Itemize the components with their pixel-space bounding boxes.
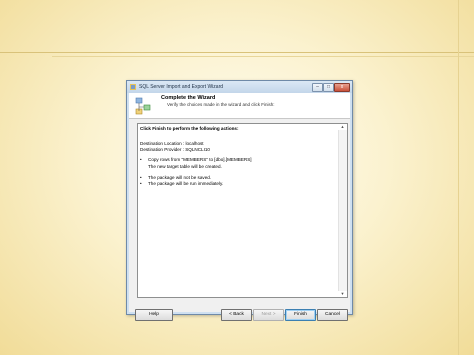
list-sub-item: The new target table will be created.	[148, 164, 222, 169]
window-title: SQL Server Import and Export Wizard	[139, 84, 224, 90]
help-button[interactable]: Help	[135, 309, 173, 321]
next-button[interactable]: Next >	[253, 309, 284, 321]
list-item: The package will not be saved.	[148, 175, 212, 180]
bullet-marker: •	[140, 175, 142, 180]
close-button[interactable]: x	[334, 83, 350, 92]
wizard-tree-icon	[135, 97, 151, 115]
maximize-button[interactable]: □	[323, 83, 334, 92]
page-subtitle: Verify the choices made in the wizard an…	[167, 102, 275, 107]
scroll-up-arrow-icon[interactable]: ▲	[338, 124, 347, 130]
minimize-button[interactable]: –	[312, 83, 323, 92]
slide-divider-line-secondary	[52, 56, 474, 57]
list-item: The package will be run immediately.	[148, 181, 224, 186]
slide-divider-line	[0, 52, 474, 53]
slide-vertical-line	[458, 0, 459, 355]
destination-location: Destination Location : localhost	[140, 141, 204, 146]
wizard-header: Complete the Wizard Verify the choices m…	[129, 93, 350, 119]
destination-provider: Destination Provider : SQLNCLI10	[140, 147, 210, 152]
back-button[interactable]: < Back	[221, 309, 252, 321]
summary-textbox[interactable]: Click Finish to perform the following ac…	[137, 123, 348, 298]
list-item: Copy rows from "MEMBERS" to [dbo].[MEMBE…	[148, 157, 252, 162]
finish-button[interactable]: Finish	[285, 309, 316, 321]
wizard-app-icon	[130, 84, 136, 90]
title-bar[interactable]: SQL Server Import and Export Wizard – □ …	[127, 81, 352, 93]
page-title: Complete the Wizard	[161, 95, 216, 101]
vertical-scrollbar[interactable]	[338, 130, 347, 291]
summary-heading: Click Finish to perform the following ac…	[140, 126, 239, 131]
cancel-button[interactable]: Cancel	[317, 309, 348, 321]
wizard-window: SQL Server Import and Export Wizard – □ …	[126, 80, 353, 321]
scroll-down-arrow-icon[interactable]: ▼	[338, 291, 347, 297]
wizard-client-area: Complete the Wizard Verify the choices m…	[129, 93, 350, 321]
bullet-marker: •	[140, 181, 142, 186]
bullet-marker: •	[140, 157, 142, 162]
